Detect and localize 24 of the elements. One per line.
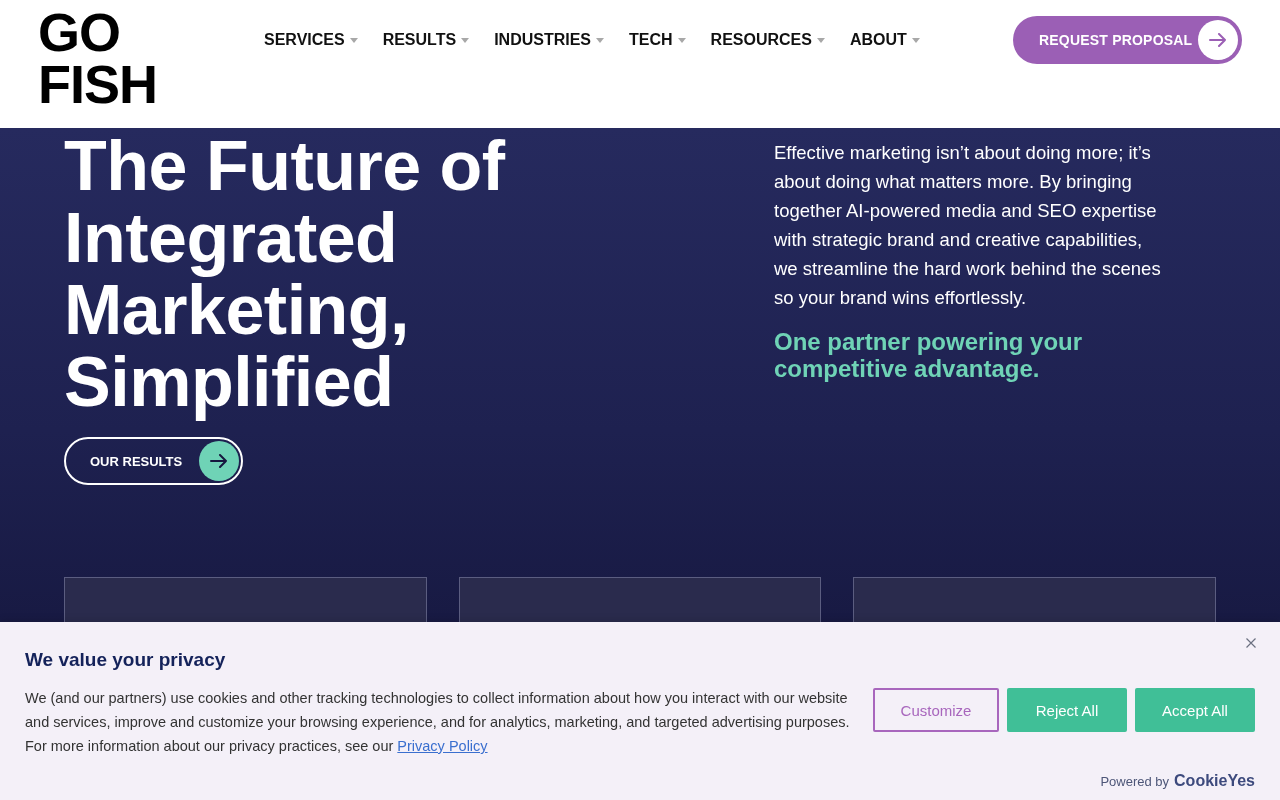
nav-link[interactable]: SERVICES [264,30,345,50]
cookie-notice-text: We (and our partners) use cookies and other tracking technologies to collect information about how you interact with our website and services, improve and customize your browsing experience, and for analytics, marketing, and targeted advertising purposes. For more information about our privacy practices, see our Privacy Policy [25,689,851,756]
nav-link[interactable]: RESULTS [382,30,457,50]
customize-button[interactable]: Customize [873,688,999,732]
caret-icon[interactable] [349,37,358,43]
our-results-button[interactable]: OUR RESULTS [64,437,243,485]
caret-icon[interactable] [596,37,605,43]
request-proposal-button[interactable]: REQUEST PROPOSAL [1013,16,1242,64]
nav-link[interactable]: RESOURCES [710,30,812,50]
nav-link[interactable]: INDUSTRIES [494,30,592,50]
cookie-title: We value your privacy [25,648,226,672]
caret-icon[interactable] [816,37,825,43]
close-icon[interactable] [1246,638,1256,648]
nav-link[interactable]: TECH [629,30,673,50]
powered-by-text: Powered by [1100,774,1170,789]
caret-icon[interactable] [677,37,686,43]
intro-paragraph: Effective marketing isn’t about doing more; it’s about doing what matters more. By bringing together AI-powered media and SEO expertise with strategic brand and creative capabilities, we streamline the hard work behind the scenes so your brand wins effortlessly. [774,141,1162,310]
cookieyes-logo[interactable]: CookieYes [1174,772,1255,790]
privacy-policy-link[interactable]: Privacy Policy [397,738,488,754]
logo[interactable]: GO FISH [38,6,157,110]
tagline: One partner powering your competitive advantage. [774,328,1084,382]
caret-icon[interactable] [911,37,920,43]
nav-link[interactable]: ABOUT [849,30,907,50]
caret-icon[interactable] [461,37,470,43]
